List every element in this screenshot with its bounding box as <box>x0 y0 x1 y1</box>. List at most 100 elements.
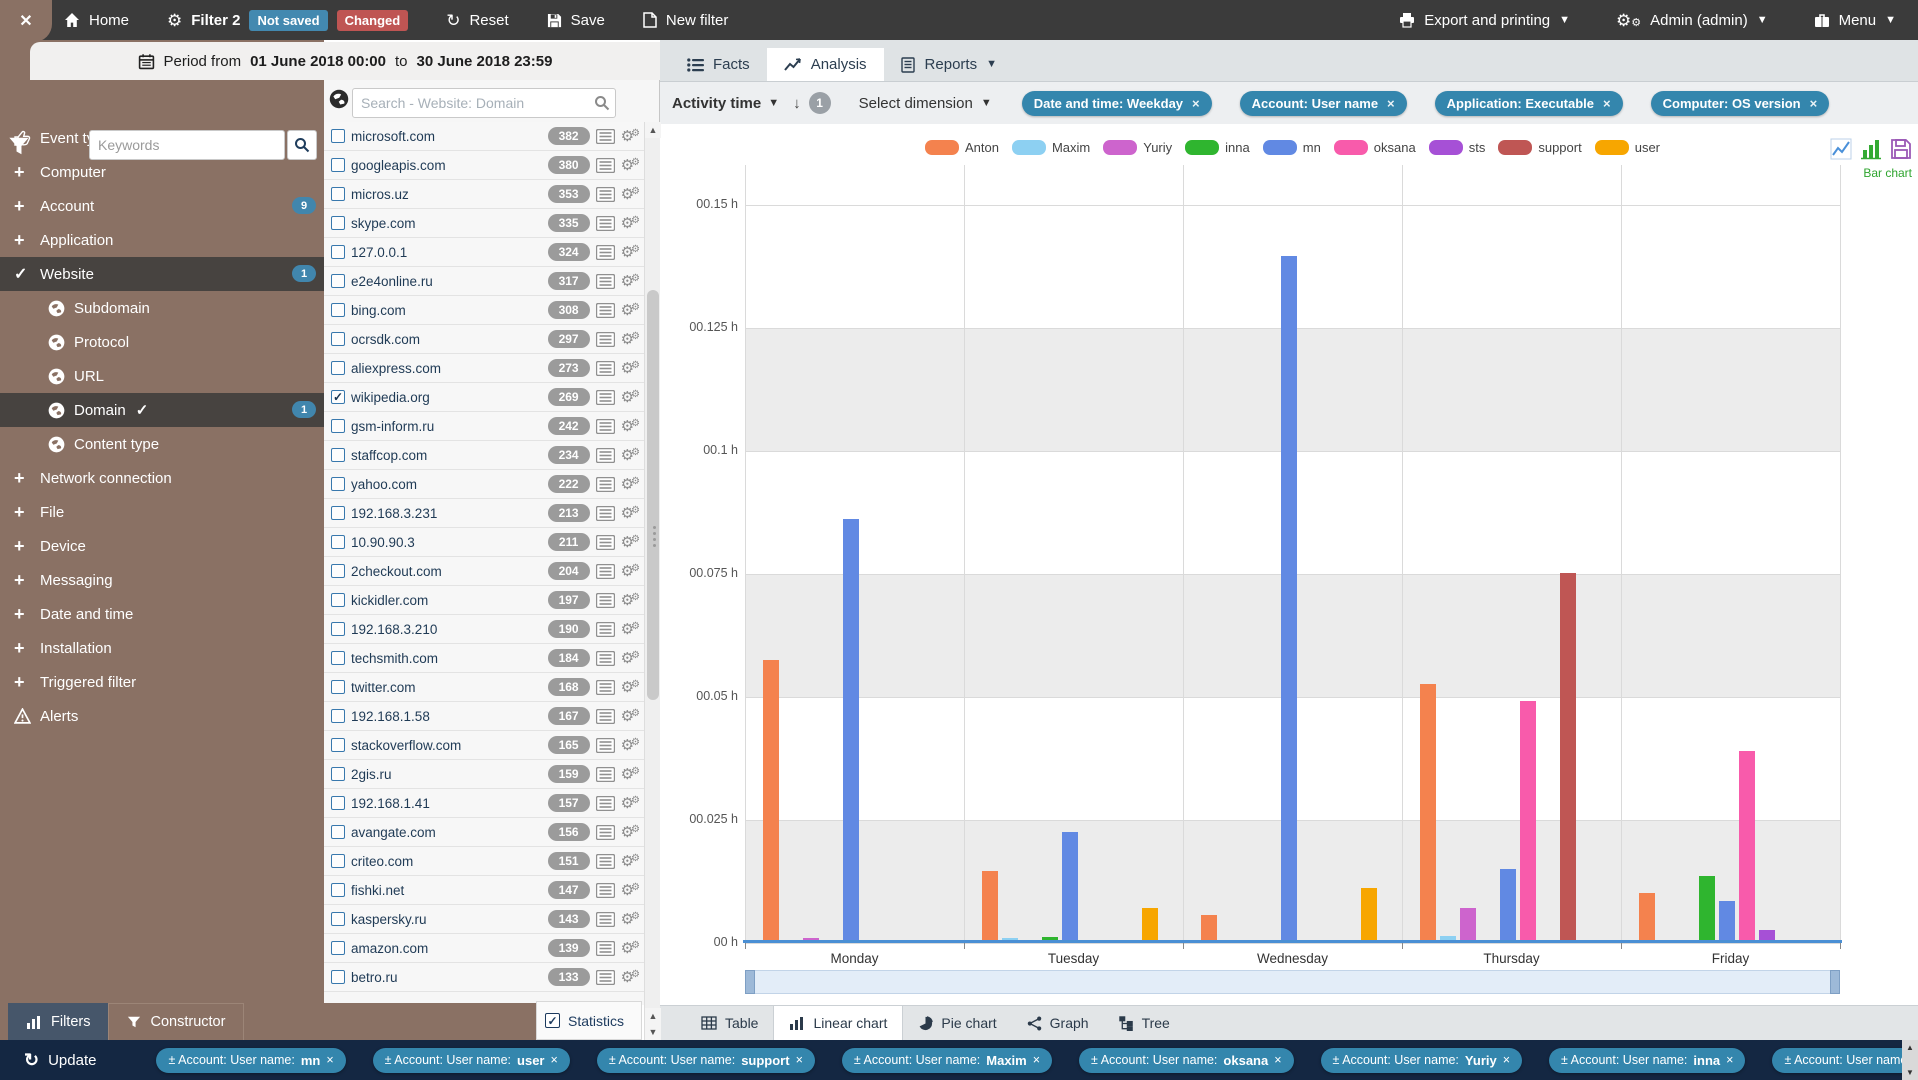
bar-user-wednesday[interactable] <box>1361 888 1377 940</box>
expand-plus-icon[interactable]: + <box>14 536 40 557</box>
settings-gears-icon[interactable]: ⚙⚙ <box>621 158 640 173</box>
details-icon[interactable] <box>596 448 615 463</box>
domain-row-avangate-com[interactable]: avangate.com156⚙⚙ <box>324 818 644 847</box>
bar-yuriy-thursday[interactable] <box>1460 908 1476 940</box>
sidebar-item-domain[interactable]: Domain✓1 <box>0 393 324 427</box>
domain-row-twitter-com[interactable]: twitter.com168⚙⚙ <box>324 673 644 702</box>
line-chart-icon[interactable] <box>1830 138 1852 160</box>
domain-row-stackoverflow-com[interactable]: stackoverflow.com165⚙⚙ <box>324 731 644 760</box>
domain-row-e2e4online-ru[interactable]: e2e4online.ru317⚙⚙ <box>324 267 644 296</box>
domain-row-staffcop-com[interactable]: staffcop.com234⚙⚙ <box>324 441 644 470</box>
account-chip-yuriy[interactable]: ± Account: User name:Yuriy× <box>1321 1048 1522 1073</box>
panel-resize-handle[interactable] <box>650 526 658 556</box>
filter-button[interactable]: ⚙ Filter 2 Not saved Changed <box>167 10 408 31</box>
domain-row-gsm-inform-ru[interactable]: gsm-inform.ru242⚙⚙ <box>324 412 644 441</box>
domain-checkbox[interactable]: ✓ <box>331 390 345 404</box>
expand-plus-icon[interactable]: + <box>14 468 40 489</box>
sidebar-item-network-connection[interactable]: +Network connection <box>0 461 324 495</box>
details-icon[interactable] <box>596 622 615 637</box>
expand-plus-icon[interactable]: + <box>14 230 40 251</box>
settings-gears-icon[interactable]: ⚙⚙ <box>621 912 640 927</box>
details-icon[interactable] <box>596 129 615 144</box>
domain-checkbox[interactable] <box>331 593 345 607</box>
details-icon[interactable] <box>596 970 615 985</box>
tab-reports[interactable]: Reports ▼ <box>884 48 1014 81</box>
domain-checkbox[interactable] <box>331 158 345 172</box>
domain-row-kickidler-com[interactable]: kickidler.com197⚙⚙ <box>324 586 644 615</box>
details-icon[interactable] <box>596 535 615 550</box>
domain-checkbox[interactable] <box>331 738 345 752</box>
domain-checkbox[interactable] <box>331 129 345 143</box>
new-filter-button[interactable]: New filter <box>643 12 729 29</box>
domain-row-amazon-com[interactable]: amazon.com139⚙⚙ <box>324 934 644 963</box>
remove-chip-icon[interactable]: × <box>1810 96 1818 111</box>
domain-row-10-90-90-3[interactable]: 10.90.90.3211⚙⚙ <box>324 528 644 557</box>
details-icon[interactable] <box>596 593 615 608</box>
dimension-chip-computer-os-version[interactable]: Computer: OS version× <box>1651 91 1830 116</box>
domain-row-127-0-0-1[interactable]: 127.0.0.1324⚙⚙ <box>324 238 644 267</box>
bar-oksana-thursday[interactable] <box>1520 701 1536 940</box>
settings-gears-icon[interactable]: ⚙⚙ <box>621 622 640 637</box>
expand-plus-icon[interactable]: + <box>14 638 40 659</box>
domain-row-betro-ru[interactable]: betro.ru133⚙⚙ <box>324 963 644 992</box>
details-icon[interactable] <box>596 216 615 231</box>
expand-plus-icon[interactable]: + <box>14 162 40 183</box>
scroll-up-icon[interactable]: ▲ <box>645 122 661 138</box>
details-icon[interactable] <box>596 419 615 434</box>
details-icon[interactable] <box>596 912 615 927</box>
remove-chip-icon[interactable]: × <box>1033 1053 1040 1067</box>
details-icon[interactable] <box>596 245 615 260</box>
expand-plus-icon[interactable]: + <box>14 672 40 693</box>
domain-checkbox[interactable] <box>331 854 345 868</box>
details-icon[interactable] <box>596 854 615 869</box>
details-icon[interactable] <box>596 883 615 898</box>
dimension-chip-account-user-name[interactable]: Account: User name× <box>1240 91 1407 116</box>
details-icon[interactable] <box>596 564 615 579</box>
reset-button[interactable]: ↻ Reset <box>446 12 508 29</box>
sidebar-item-triggered-filter[interactable]: +Triggered filter <box>0 665 324 699</box>
bar-sts-friday[interactable] <box>1759 930 1775 940</box>
select-dimension-dropdown[interactable]: Select dimension ▼ <box>859 95 992 112</box>
domain-checkbox[interactable] <box>331 651 345 665</box>
remove-chip-icon[interactable]: × <box>1192 96 1200 111</box>
domain-row-kaspersky-ru[interactable]: kaspersky.ru143⚙⚙ <box>324 905 644 934</box>
sidebar-item-url[interactable]: URL <box>0 359 324 393</box>
domain-checkbox[interactable] <box>331 216 345 230</box>
legend-item-inna[interactable]: inna <box>1185 140 1250 155</box>
expand-plus-icon[interactable]: + <box>14 502 40 523</box>
scroll-up-icon[interactable]: ▲ <box>645 1008 661 1024</box>
details-icon[interactable] <box>596 680 615 695</box>
legend-item-mn[interactable]: mn <box>1263 140 1321 155</box>
bar-oksana-friday[interactable] <box>1739 751 1755 940</box>
sidebar-item-application[interactable]: +Application <box>0 223 324 257</box>
tab-constructor[interactable]: Constructor <box>108 1003 244 1040</box>
account-chip-support[interactable]: ± Account: User name:support× <box>597 1048 815 1073</box>
remove-chip-icon[interactable]: × <box>1726 1053 1733 1067</box>
domain-row-wikipedia-org[interactable]: ✓wikipedia.org269⚙⚙ <box>324 383 644 412</box>
dimension-chip-application-executable[interactable]: Application: Executable× <box>1435 91 1623 116</box>
view-tab-table[interactable]: Table <box>686 1006 773 1040</box>
account-chip-inna[interactable]: ± Account: User name:inna× <box>1549 1048 1745 1073</box>
settings-gears-icon[interactable]: ⚙⚙ <box>621 941 640 956</box>
save-chart-icon[interactable] <box>1890 138 1912 160</box>
main-menu[interactable]: Menu ▼ <box>1814 12 1896 29</box>
domain-checkbox[interactable] <box>331 419 345 433</box>
range-right-handle[interactable] <box>1830 970 1840 994</box>
bar-user-tuesday[interactable] <box>1142 908 1158 940</box>
legend-item-yuriy[interactable]: Yuriy <box>1103 140 1172 155</box>
domain-row-192-168-3-231[interactable]: 192.168.3.231213⚙⚙ <box>324 499 644 528</box>
settings-gears-icon[interactable]: ⚙⚙ <box>621 216 640 231</box>
settings-gears-icon[interactable]: ⚙⚙ <box>621 593 640 608</box>
settings-gears-icon[interactable]: ⚙⚙ <box>621 970 640 985</box>
domain-row-192-168-1-41[interactable]: 192.168.1.41157⚙⚙ <box>324 789 644 818</box>
bar-mn-friday[interactable] <box>1719 901 1735 940</box>
domain-row-2checkout-com[interactable]: 2checkout.com204⚙⚙ <box>324 557 644 586</box>
details-icon[interactable] <box>596 506 615 521</box>
view-tab-pie-chart[interactable]: Pie chart <box>903 1006 1011 1040</box>
sidebar-item-website[interactable]: ✓Website1 <box>0 257 324 291</box>
bar-mn-thursday[interactable] <box>1500 869 1516 940</box>
bar-anton-tuesday[interactable] <box>982 871 998 940</box>
domain-row-microsoft-com[interactable]: microsoft.com382⚙⚙ <box>324 122 644 151</box>
settings-gears-icon[interactable]: ⚙⚙ <box>621 477 640 492</box>
bar-anton-monday[interactable] <box>763 660 779 940</box>
